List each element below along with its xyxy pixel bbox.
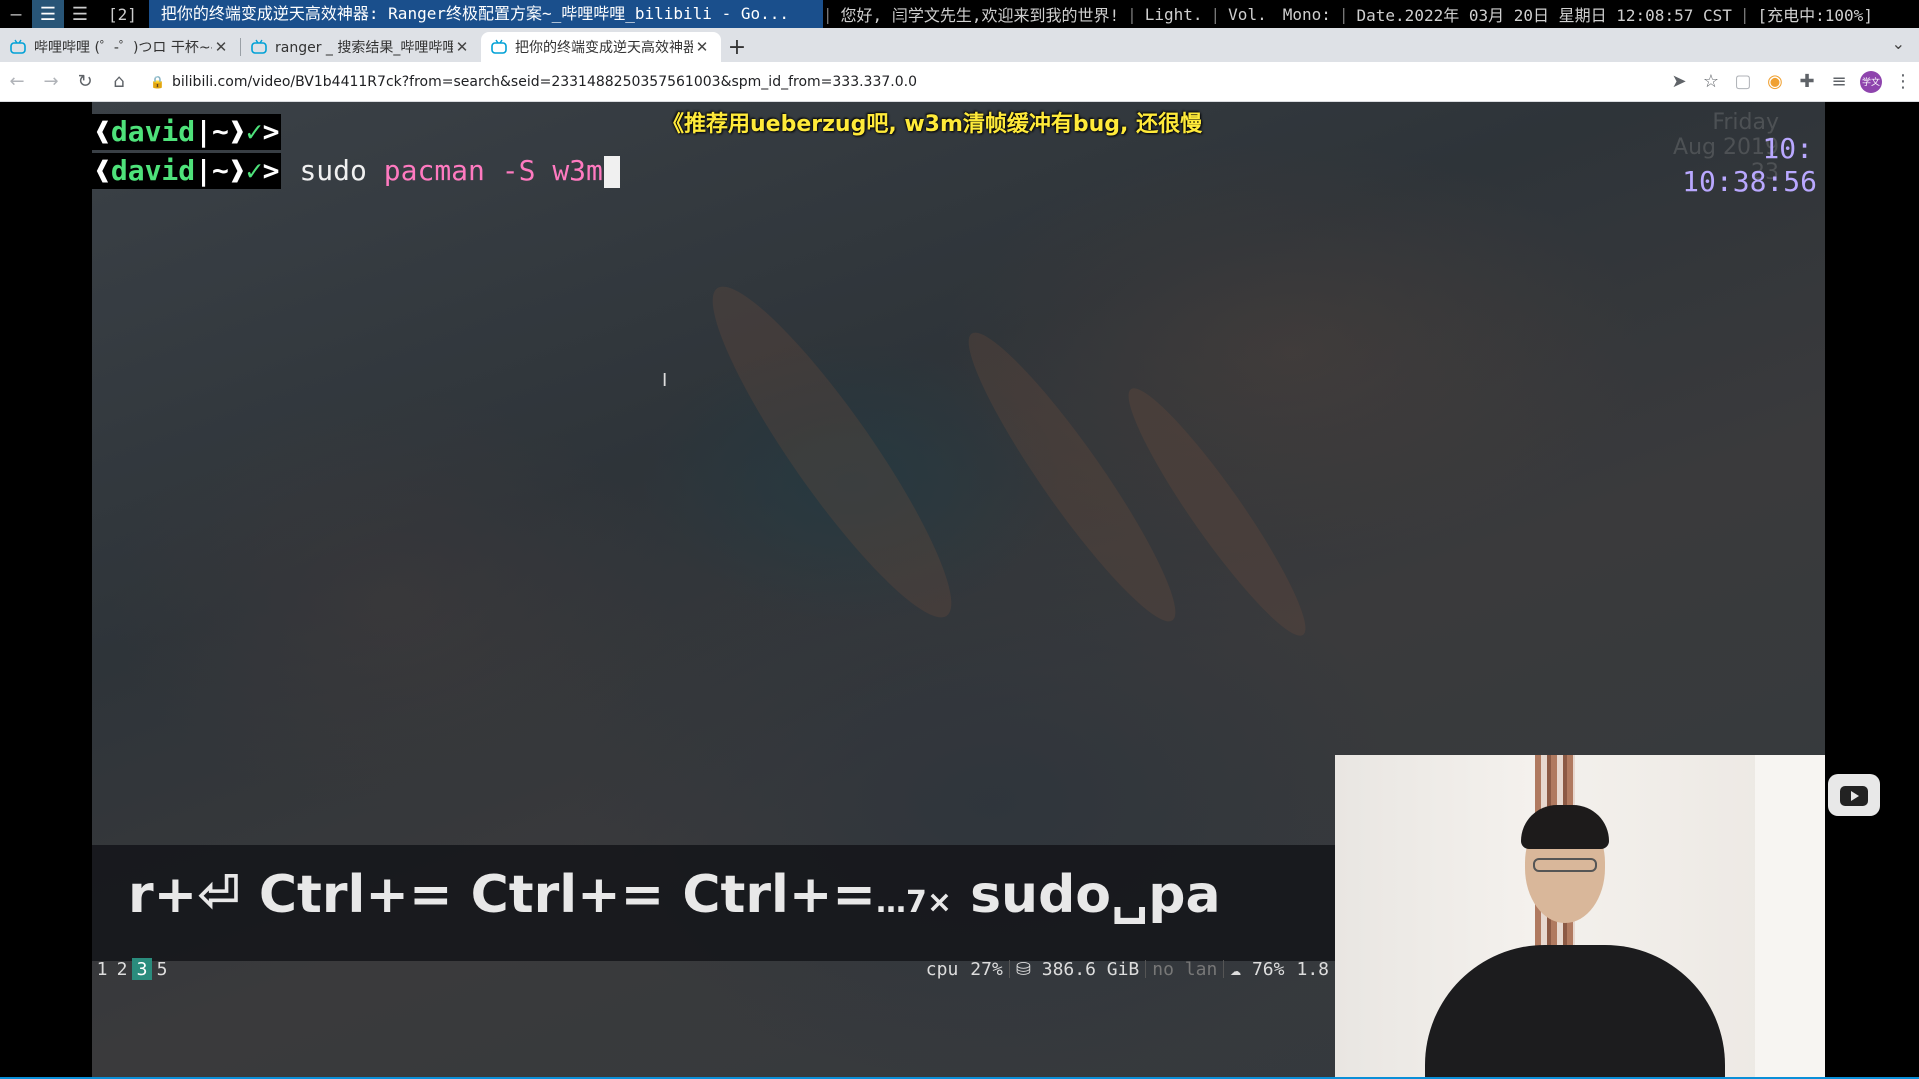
cpu-value: 27% xyxy=(970,958,1003,980)
tab-bilibili-home[interactable]: 哔哩哔哩 (゜-゜)つロ 干杯~- ✕ xyxy=(0,32,240,62)
close-icon[interactable]: ✕ xyxy=(453,38,471,56)
chevron-down-icon[interactable]: ⌄ xyxy=(1892,34,1905,53)
layout-icon[interactable]: ☰ xyxy=(32,0,64,28)
keystroke-text: r+⏎ Ctrl+= Ctrl+= Ctrl+=…7× sudo␣pa xyxy=(128,865,1221,925)
extension-icon[interactable]: ▢ xyxy=(1727,65,1759,99)
close-icon[interactable]: ✕ xyxy=(693,38,711,56)
send-icon[interactable]: ➤ xyxy=(1663,65,1695,99)
workspace-indicator[interactable]: [2] xyxy=(96,5,149,24)
mono-indicator: Mono: xyxy=(1282,4,1331,24)
i3-statusbar: 1 2 3 5 cpu 27% ⛁ 386.6 GiB no lan ☁ 76%… xyxy=(92,957,1335,981)
bilibili-icon xyxy=(491,39,507,54)
volume-indicator: Vol. xyxy=(1228,4,1267,24)
tab-label: 哔哩哔哩 (゜-゜)つロ 干杯~- xyxy=(34,40,212,56)
terminal-line-2: ❰david|~❱✓> sudo pacman -S w3m xyxy=(92,153,620,189)
danmaku-comment: 《推荐用ueberzug吧, w3m清帧缓冲有bug, 还很慢 xyxy=(662,112,1203,137)
workspace-button[interactable]: 5 xyxy=(152,958,172,980)
window-title: 把你的终端变成逆天高效神器: Ranger终极配置方案~_哔哩哔哩_bilibi… xyxy=(148,0,823,28)
kebab-menu-icon[interactable]: ⋮ xyxy=(1887,65,1919,99)
shell-command: sudo pacman -S w3m xyxy=(299,154,620,188)
address-bar[interactable]: 🔒 bilibili.com/video/BV1b4411R7ck?from=s… xyxy=(144,67,1655,97)
shell-prompt: ❰david|~❱✓> xyxy=(92,153,282,189)
url-text: bilibili.com/video/BV1b4411R7ck?from=sea… xyxy=(172,73,917,90)
new-tab-button[interactable]: + xyxy=(721,32,753,62)
puzzle-icon[interactable]: ✚ xyxy=(1791,65,1823,99)
browser-tab-strip: 哔哩哔哩 (゜-゜)つロ 干杯~- ✕ ranger _ 搜索结果_哔哩哔哩_ … xyxy=(0,28,1919,62)
terminal-cursor xyxy=(603,156,620,188)
minimize-icon[interactable]: — xyxy=(0,0,32,28)
keystroke-overlay: r+⏎ Ctrl+= Ctrl+= Ctrl+=…7× sudo␣pa xyxy=(92,845,1335,961)
disk-usage: ⛁ 386.6 GiB xyxy=(1015,958,1140,980)
system-topbar: — ☰ ☰ [2] 把你的终端变成逆天高效神器: Ranger终极配置方案~_哔… xyxy=(0,0,1919,28)
terminal-line-1: ❰david|~❱✓> xyxy=(92,114,282,150)
battery-indicator: [充电中:100%] xyxy=(1757,6,1873,25)
video-player[interactable]: 《推荐用ueberzug吧, w3m清帧缓冲有bug, 还很慢 ❰david|~… xyxy=(92,102,1825,1077)
greeting-text: 您好, 闫学文先生,欢迎来到我的世界! xyxy=(840,6,1120,25)
bookmark-star-icon[interactable]: ☆ xyxy=(1695,65,1727,99)
cpu-label: cpu xyxy=(925,958,959,980)
clock-time: 10:38:56 xyxy=(1682,165,1817,198)
menu-icon[interactable]: ☰ xyxy=(64,0,96,28)
status-items: cpu 27% ⛁ 386.6 GiB no lan ☁ 76% 1.8 xyxy=(920,957,1335,981)
avatar: 学文 xyxy=(1860,70,1882,93)
close-icon[interactable]: ✕ xyxy=(212,38,230,56)
workspace-button[interactable]: 2 xyxy=(112,958,132,980)
tab-label: ranger _ 搜索结果_哔哩哔哩_ xyxy=(275,40,453,56)
forward-icon[interactable]: → xyxy=(34,65,68,99)
reading-list-icon[interactable]: ≡ xyxy=(1823,65,1855,99)
date-indicator: Date.2022年 03月 20日 星期日 12:08:57 CST xyxy=(1356,6,1732,25)
lock-icon[interactable]: 🔒 xyxy=(150,75,166,89)
clock-hour: 10: xyxy=(1762,132,1813,165)
reload-icon[interactable]: ↻ xyxy=(68,65,102,99)
battery-status: ☁ 76% xyxy=(1230,958,1285,980)
bilibili-play-icon[interactable] xyxy=(1828,774,1880,816)
workspace-button-active[interactable]: 3 xyxy=(132,958,152,980)
load-average: 1.8 xyxy=(1296,958,1329,980)
extension-orange-icon[interactable]: ◉ xyxy=(1759,65,1791,99)
lan-status: no lan xyxy=(1152,958,1218,980)
shell-prompt: ❰david|~❱✓> xyxy=(92,114,282,150)
profile-avatar[interactable]: 学文 xyxy=(1855,65,1887,99)
video-area[interactable]: 《推荐用ueberzug吧, w3m清帧缓冲有bug, 还很慢 ❰david|~… xyxy=(0,102,1919,1079)
tab-label: 把你的终端变成逆天高效神器: xyxy=(515,40,693,56)
back-icon[interactable]: ← xyxy=(0,65,34,99)
home-icon[interactable]: ⌂ xyxy=(102,65,136,99)
tab-video-active[interactable]: 把你的终端变成逆天高效神器: ✕ xyxy=(481,32,721,62)
bilibili-icon xyxy=(251,39,267,54)
workspace-button[interactable]: 1 xyxy=(92,958,112,980)
text-cursor-icon: I xyxy=(662,370,668,391)
tab-ranger-search[interactable]: ranger _ 搜索结果_哔哩哔哩_ ✕ xyxy=(241,32,481,62)
light-indicator: Light. xyxy=(1144,4,1203,24)
bilibili-icon xyxy=(10,39,26,54)
webcam-overlay xyxy=(1335,755,1825,1077)
browser-toolbar: ← → ↻ ⌂ 🔒 bilibili.com/video/BV1b4411R7c… xyxy=(0,62,1919,102)
